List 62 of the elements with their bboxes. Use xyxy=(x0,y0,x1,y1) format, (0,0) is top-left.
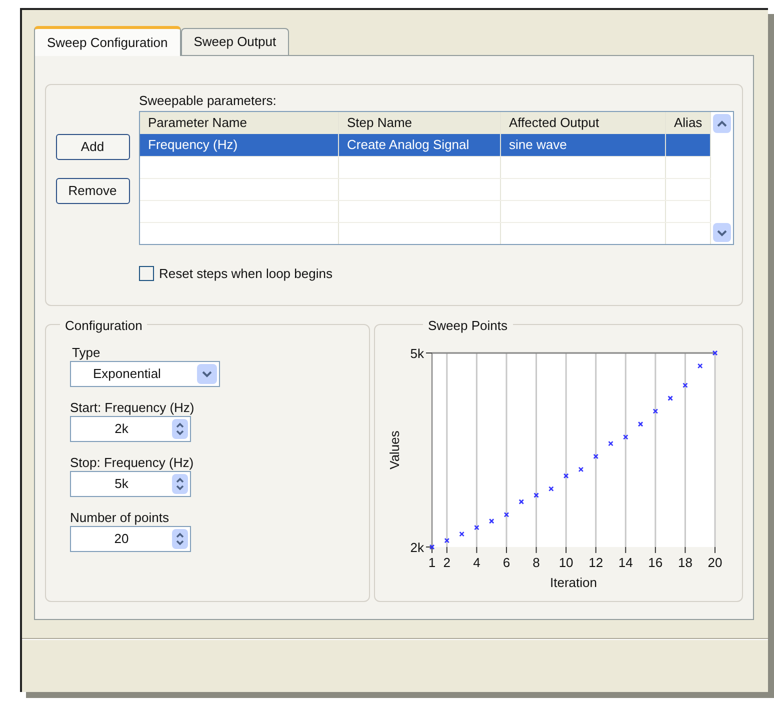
table-row[interactable]: Frequency (Hz) Create Analog Signal sine wave xyxy=(140,134,711,156)
x-axis-title: Iteration xyxy=(550,575,597,590)
field-label: Number of points xyxy=(70,509,170,526)
x-tick-label: 6 xyxy=(502,555,510,570)
action-button[interactable]: Add xyxy=(56,134,130,160)
y-axis-title: Values xyxy=(387,430,402,470)
table-cell: sine wave xyxy=(501,134,666,156)
spinner-icon[interactable] xyxy=(172,529,188,549)
field-label: Stop: Frequency (Hz) xyxy=(70,454,195,471)
chevron-up-icon xyxy=(717,120,727,128)
number-field[interactable]: 2k xyxy=(70,416,191,442)
action-button[interactable]: Remove xyxy=(56,178,130,204)
scroll-down-button[interactable] xyxy=(713,223,731,242)
table-cell: Frequency (Hz) xyxy=(140,134,339,156)
x-tick-label: 10 xyxy=(558,555,574,570)
x-tick-label: 20 xyxy=(708,555,722,570)
field-label: Type xyxy=(71,344,102,361)
data-point xyxy=(593,454,598,459)
data-point xyxy=(518,499,524,504)
scroll-up-button[interactable] xyxy=(713,114,731,133)
data-point xyxy=(698,363,703,368)
y-tick-label: 5k xyxy=(410,346,424,361)
data-point xyxy=(548,486,554,492)
data-point xyxy=(504,512,509,518)
data-point xyxy=(459,532,464,537)
x-tick-label: 18 xyxy=(678,555,692,570)
x-tick-label: 16 xyxy=(648,555,663,570)
x-tick-label: 14 xyxy=(618,555,633,570)
x-tick-label: 2 xyxy=(443,555,450,570)
data-point xyxy=(652,408,658,414)
type-dropdown[interactable]: Exponential xyxy=(70,361,220,387)
data-point xyxy=(489,518,494,524)
data-point xyxy=(682,382,688,388)
x-tick-label: 8 xyxy=(532,555,540,570)
data-point xyxy=(534,492,539,498)
y-tick-label: 2k xyxy=(410,540,424,555)
data-point xyxy=(712,350,718,356)
field-label: Start: Frequency (Hz) xyxy=(70,399,196,416)
data-point xyxy=(668,396,673,401)
checkbox[interactable] xyxy=(139,266,154,282)
chevron-down-icon xyxy=(197,364,217,384)
data-point xyxy=(578,466,584,472)
data-point xyxy=(608,441,614,446)
chevron-down-icon xyxy=(717,228,727,236)
data-point xyxy=(623,434,628,440)
table-label: Sweepable parameters: xyxy=(139,92,278,110)
number-field[interactable]: 20 xyxy=(70,526,191,552)
spinner-icon[interactable] xyxy=(172,419,188,439)
data-point xyxy=(474,525,480,530)
x-tick-label: 12 xyxy=(588,555,604,570)
data-point xyxy=(430,544,434,550)
data-point xyxy=(638,422,643,427)
x-tick-label: 1 xyxy=(428,555,436,570)
data-point xyxy=(444,538,450,543)
tab[interactable]: Sweep Output xyxy=(180,28,290,55)
spinner-icon[interactable] xyxy=(172,474,188,494)
checkbox-label: Reset steps when loop begins xyxy=(159,265,332,283)
table-cell: Create Analog Signal xyxy=(339,134,501,156)
data-point xyxy=(564,473,569,478)
tab[interactable]: Sweep Configuration xyxy=(34,26,181,56)
number-field[interactable]: 5k xyxy=(70,471,191,497)
x-tick-label: 4 xyxy=(473,555,480,570)
